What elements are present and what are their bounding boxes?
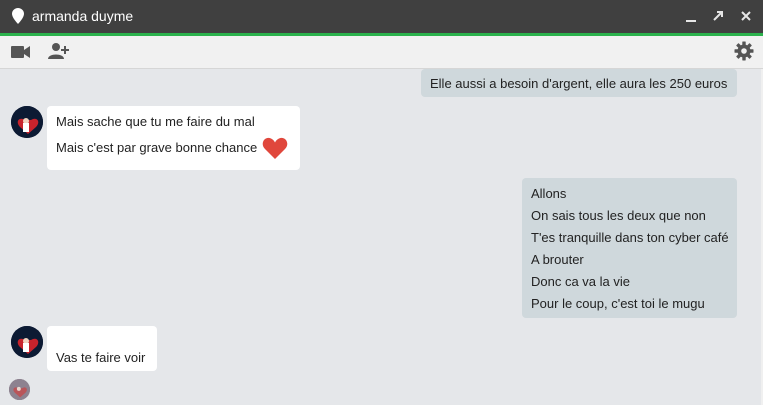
- message-text: Pour le coup, c'est toi le mugu: [531, 296, 705, 311]
- message-text: Vas te faire voir: [56, 350, 146, 365]
- chat-title: armanda duyme: [32, 8, 134, 24]
- message-text: Mais c'est par grave bonne chance: [56, 140, 258, 155]
- close-icon[interactable]: [739, 9, 753, 23]
- heart-icon: [262, 137, 288, 159]
- message-text: On sais tous les deux que non: [531, 208, 706, 223]
- message-list[interactable]: Elle aussi a besoin d'argent, elle aura …: [0, 69, 763, 405]
- message-text: Donc ca va la vie: [531, 274, 630, 289]
- avatar[interactable]: [11, 106, 43, 138]
- message-text: Elle aussi a besoin d'argent, elle aura …: [430, 76, 728, 91]
- chat-toolbar: [0, 36, 763, 69]
- message-bubble-outgoing: Elle aussi a besoin d'argent, elle aura …: [421, 69, 737, 97]
- minimize-icon[interactable]: [684, 9, 698, 23]
- message-text: A brouter: [531, 252, 584, 267]
- avatar[interactable]: [11, 326, 43, 358]
- seen-avatar: [9, 379, 30, 400]
- message-bubble-incoming: Vas te faire voir: [47, 326, 157, 371]
- message-text: Mais sache que tu me faire du mal: [56, 114, 255, 129]
- location-pin-icon: [12, 8, 24, 24]
- seen-avatar-image: [9, 379, 30, 400]
- popout-icon[interactable]: [711, 9, 725, 23]
- avatar-image: [11, 106, 43, 138]
- add-person-icon[interactable]: [48, 42, 70, 60]
- video-call-icon[interactable]: [11, 45, 31, 59]
- gear-icon[interactable]: [734, 41, 754, 61]
- avatar-image: [11, 326, 43, 358]
- message-text: T'es tranquille dans ton cyber café: [531, 230, 729, 245]
- chat-window-titlebar: armanda duyme: [0, 0, 763, 33]
- message-text: Allons: [531, 186, 567, 201]
- message-bubble-outgoing: Allons On sais tous les deux que non T'e…: [522, 178, 737, 318]
- message-bubble-incoming: Mais sache que tu me faire du mal Mais c…: [47, 106, 300, 170]
